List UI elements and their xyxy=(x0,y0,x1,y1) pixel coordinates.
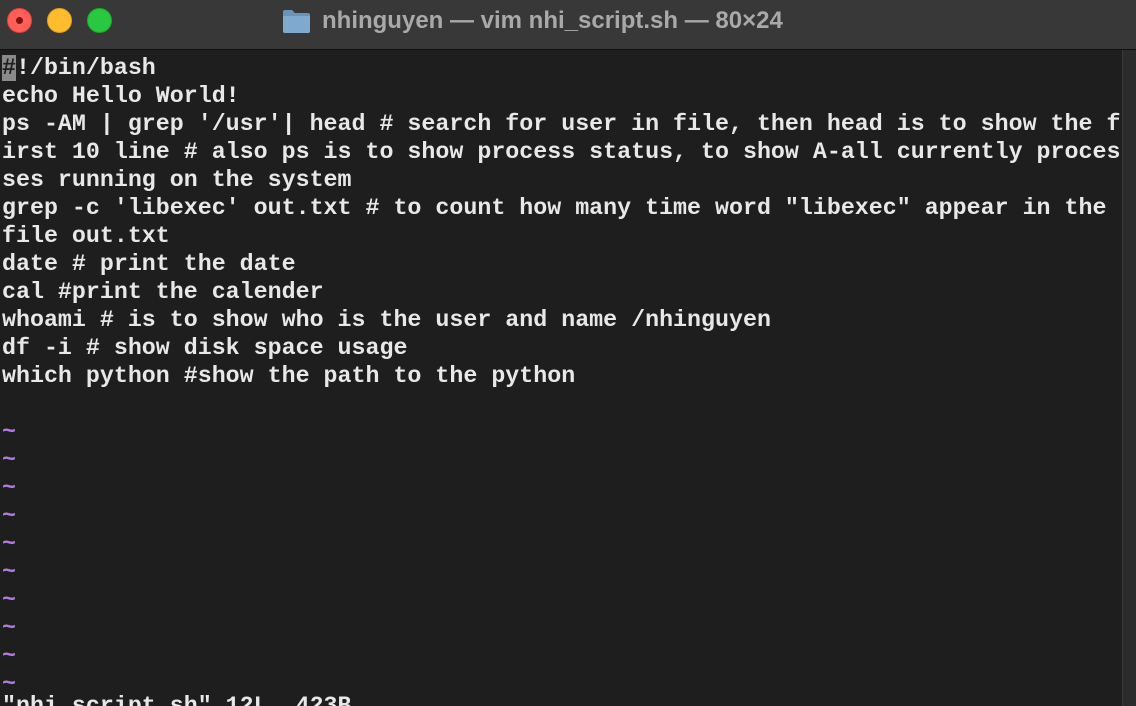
buffer-line: date # print the date xyxy=(2,251,296,277)
buffer-line: cal #print the calender xyxy=(2,279,324,305)
window-title-group: nhinguyen — vim nhi_script.sh — 80×24 xyxy=(282,4,783,38)
empty-line-tilde: ~ xyxy=(2,559,16,585)
close-icon[interactable] xyxy=(7,8,32,33)
empty-line-tilde: ~ xyxy=(2,419,16,445)
vim-editor-buffer[interactable]: #!/bin/bash echo Hello World! ps -AM | g… xyxy=(2,54,1120,698)
buffer-line xyxy=(2,390,1120,418)
buffer-line: echo Hello World! xyxy=(2,83,240,109)
window-title: nhinguyen — vim nhi_script.sh — 80×24 xyxy=(322,7,783,34)
buffer-line: ps -AM | grep '/usr'| head # search for … xyxy=(2,111,1121,137)
scrollbar-gutter[interactable] xyxy=(1122,50,1136,706)
empty-line-tilde: ~ xyxy=(2,643,16,669)
empty-line-tilde: ~ xyxy=(2,503,16,529)
text-cursor: # xyxy=(2,55,16,81)
buffer-line: ses running on the system xyxy=(2,167,352,193)
empty-line-tilde: ~ xyxy=(2,531,16,557)
terminal-window: nhinguyen — vim nhi_script.sh — 80×24 #!… xyxy=(0,0,1136,706)
buffer-line: grep -c 'libexec' out.txt # to count how… xyxy=(2,195,1107,221)
zoom-icon[interactable] xyxy=(87,8,112,33)
folder-icon xyxy=(282,8,311,34)
title-bar: nhinguyen — vim nhi_script.sh — 80×24 xyxy=(0,0,1136,50)
empty-line-tilde: ~ xyxy=(2,447,16,473)
buffer-line: whoami # is to show who is the user and … xyxy=(2,307,771,333)
empty-line-tilde: ~ xyxy=(2,587,16,613)
empty-line-tilde: ~ xyxy=(2,475,16,501)
vim-status-line: "nhi_script.sh" 12L, 423B xyxy=(2,693,352,706)
buffer-line: #!/bin/bash xyxy=(2,54,1120,82)
buffer-line: file out.txt xyxy=(2,223,170,249)
empty-line-tilde: ~ xyxy=(2,615,16,641)
buffer-line: irst 10 line # also ps is to show proces… xyxy=(2,139,1121,165)
minimize-icon[interactable] xyxy=(47,8,72,33)
buffer-line-text: !/bin/bash xyxy=(15,55,156,81)
buffer-line: which python #show the path to the pytho… xyxy=(2,363,576,389)
close-dot xyxy=(16,17,23,24)
buffer-line: df -i # show disk space usage xyxy=(2,335,408,361)
